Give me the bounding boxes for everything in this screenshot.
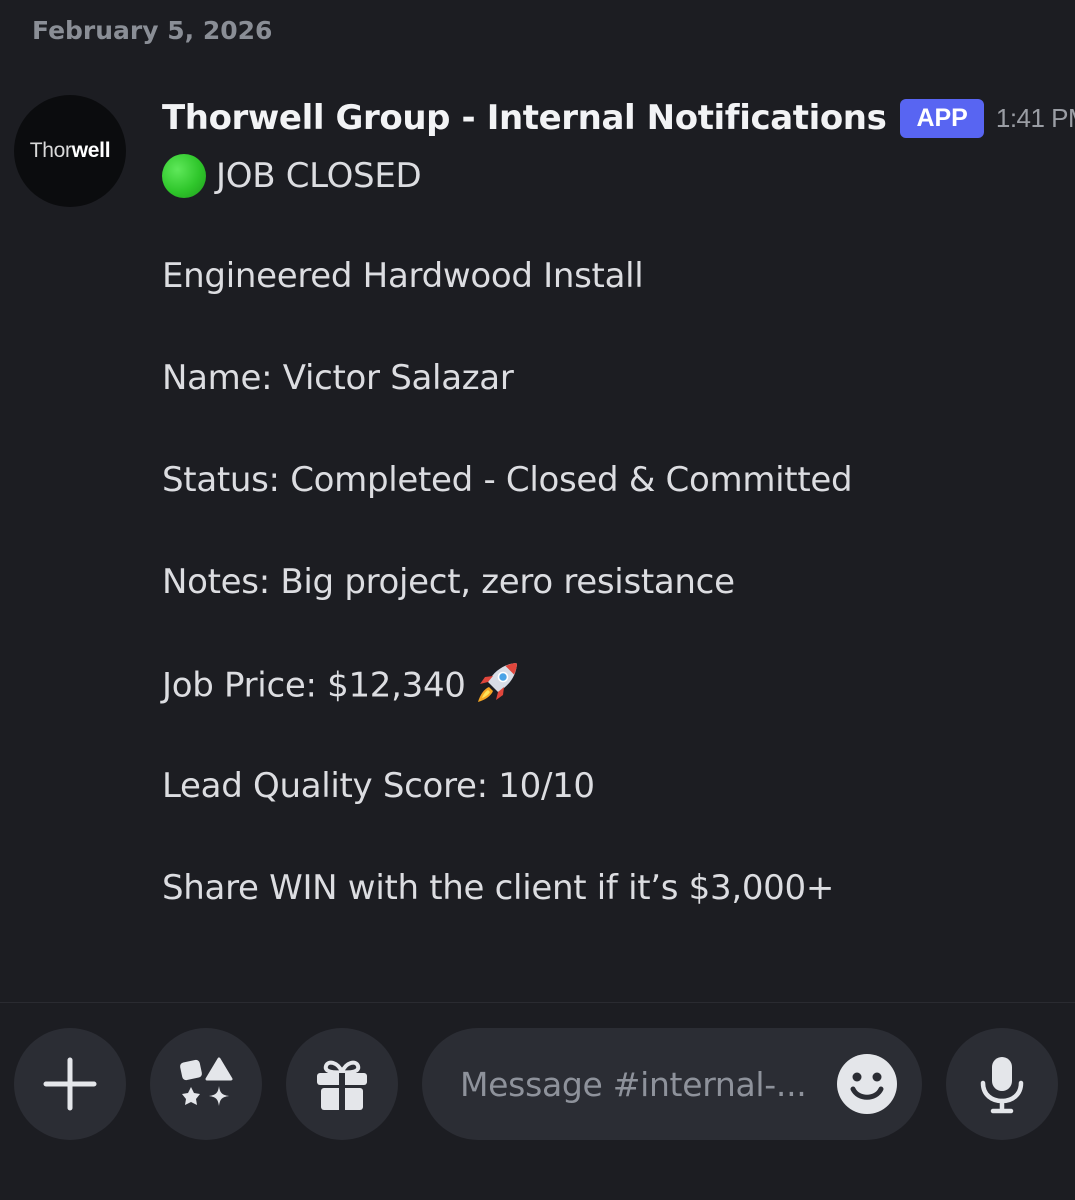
- message-header: Thorwell Group - Internal Notifications …: [162, 98, 1075, 138]
- name-line: Name: Victor Salazar: [162, 358, 514, 398]
- gift-icon: [317, 1060, 367, 1110]
- apps-icon: [180, 1057, 233, 1106]
- microphone-icon: [980, 1057, 1024, 1114]
- message-input[interactable]: Message #internal-...: [422, 1028, 922, 1140]
- voice-button[interactable]: [946, 1028, 1058, 1140]
- composer-separator: [0, 1002, 1075, 1003]
- emoji-icon[interactable]: [836, 1053, 898, 1115]
- avatar-logo-light: Thor: [29, 139, 72, 162]
- job-price-text: Job Price: $12,340: [162, 665, 466, 706]
- job-price-line: Job Price: $12,340: [162, 662, 522, 706]
- status-heading-text: JOB CLOSED: [216, 156, 422, 196]
- message-content: JOB CLOSED Engineered Hardwood Install N…: [162, 150, 853, 908]
- username[interactable]: Thorwell Group - Internal Notifications: [162, 98, 887, 138]
- date-label: February 5, 2026: [32, 15, 273, 45]
- date-divider: February 5, 2026: [8, 12, 1067, 48]
- chat-view: February 5, 2026 Thor well Thorwell Group…: [0, 0, 1075, 1200]
- status-heading: JOB CLOSED: [162, 150, 422, 202]
- add-button[interactable]: [14, 1028, 126, 1140]
- status-line: Status: Completed - Closed & Committed: [162, 460, 853, 500]
- apps-button[interactable]: [150, 1028, 262, 1140]
- gift-button[interactable]: [286, 1028, 398, 1140]
- avatar-logo-bold: well: [71, 139, 111, 162]
- job-type-line: Engineered Hardwood Install: [162, 256, 644, 296]
- share-win-line: Share WIN with the client if it’s $3,000…: [162, 868, 835, 908]
- notes-line: Notes: Big project, zero resistance: [162, 562, 735, 602]
- lead-score-line: Lead Quality Score: 10/10: [162, 766, 595, 806]
- message-input-placeholder: Message #internal-...: [460, 1064, 807, 1104]
- avatar[interactable]: Thor well: [14, 95, 126, 207]
- app-badge: APP: [900, 98, 984, 138]
- timestamp: 1:41 PM: [995, 102, 1075, 133]
- plus-icon: [43, 1057, 97, 1111]
- green-circle-icon: [162, 154, 206, 198]
- rocket-icon: [472, 658, 522, 708]
